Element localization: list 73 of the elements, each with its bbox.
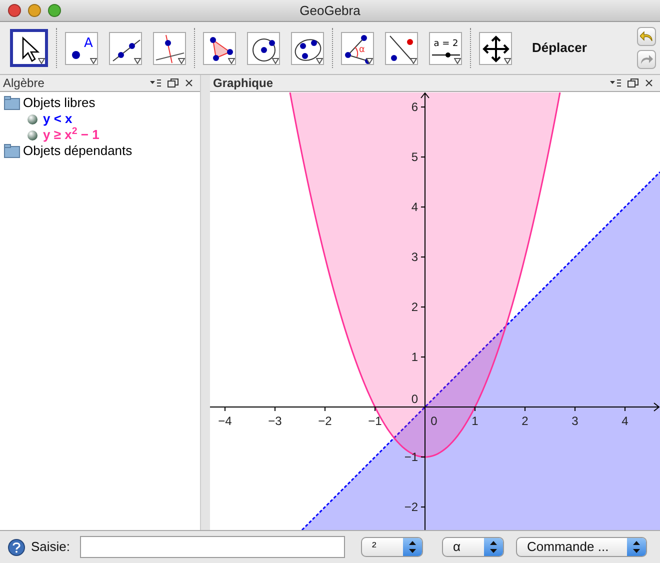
y-tick-label: −1 — [404, 450, 418, 464]
undock-button[interactable] — [627, 77, 641, 89]
dropdown-triangle-icon — [38, 58, 45, 64]
tool-button[interactable]: α — [341, 32, 374, 64]
stepper-arrows-icon — [490, 541, 498, 553]
sphere-icon — [27, 114, 38, 124]
y-tick-label: 1 — [411, 350, 418, 364]
tool-button[interactable] — [203, 32, 236, 64]
zoom-window-button[interactable] — [48, 4, 61, 17]
tool-button[interactable] — [479, 32, 512, 64]
y-tick-label: 0 — [411, 392, 418, 406]
tool-name: Déplacer — [532, 39, 587, 58]
x-tick-label: −4 — [218, 414, 232, 428]
y-tick-label: 5 — [411, 150, 418, 164]
x-tick-label: 2 — [522, 414, 528, 428]
dropdown-triangle-icon — [228, 58, 235, 64]
folder-icon — [4, 144, 20, 158]
x-tick-label: 1 — [472, 414, 478, 428]
x-tick-label: −1 — [368, 414, 382, 428]
x-tick-label: −3 — [268, 414, 282, 428]
panel-title: Algèbre — [3, 75, 46, 92]
tool-button[interactable] — [385, 32, 418, 64]
perpendicular-line-icon — [154, 32, 186, 64]
undock-button[interactable] — [167, 77, 181, 89]
input-label: Saisie: — [31, 538, 70, 556]
question-mark-icon — [12, 542, 21, 552]
tool-button[interactable] — [153, 32, 186, 64]
dropdown-menu[interactable]: α — [442, 537, 504, 557]
dropdown-triangle-icon — [134, 58, 141, 64]
redo-button[interactable] — [637, 50, 656, 69]
window-title: GeoGebra — [300, 2, 360, 20]
slider-value-label: a = 2 — [434, 38, 458, 48]
undo-button[interactable] — [637, 27, 656, 46]
tool-button[interactable] — [109, 32, 142, 64]
panel-menu-button[interactable] — [610, 77, 624, 89]
y-tick-label: 3 — [411, 250, 418, 264]
dropdown-triangle-icon — [504, 58, 511, 64]
angle-label: α — [359, 44, 365, 54]
redo-arrow-icon — [640, 54, 653, 66]
dropdown-triangle-icon — [272, 58, 279, 64]
panel-menu-button[interactable] — [150, 77, 164, 89]
tool-button[interactable] — [247, 32, 280, 64]
input-field[interactable] — [80, 536, 346, 558]
close-window-button[interactable] — [8, 4, 21, 17]
x-tick-label: 3 — [572, 414, 578, 428]
dropdown-triangle-icon — [410, 58, 417, 64]
tool-button[interactable]: a = 2 — [429, 32, 462, 64]
tool-button[interactable] — [291, 32, 324, 64]
undo-arrow-icon — [640, 30, 653, 42]
y-tick-label: −2 — [404, 500, 418, 514]
help-button[interactable] — [8, 538, 25, 556]
y-tick-label: 6 — [411, 100, 418, 114]
x-tick-label: −2 — [318, 414, 332, 428]
x-tick-label: 0 — [430, 414, 438, 428]
dropdown-menu[interactable]: ² — [361, 537, 424, 557]
dropdown-triangle-icon — [178, 58, 185, 64]
dropdown-triangle-icon — [316, 58, 323, 64]
minimize-window-button[interactable] — [28, 4, 41, 17]
dropdown-triangle-icon — [454, 58, 461, 64]
y-tick-label: 4 — [411, 200, 418, 214]
tool-button[interactable] — [10, 29, 48, 67]
stepper-arrows-icon — [633, 541, 640, 553]
y-tick-label: 2 — [411, 300, 418, 314]
panel-title: Graphique — [213, 75, 274, 92]
stepper-arrows-icon — [409, 541, 416, 553]
dropdown-triangle-icon — [366, 58, 373, 64]
tool-button[interactable]: A — [65, 32, 98, 64]
x-tick-label: 4 — [622, 414, 628, 428]
folder-icon — [4, 96, 20, 110]
dropdown-menu[interactable]: Commande ... — [516, 537, 648, 557]
dropdown-triangle-icon — [90, 58, 97, 64]
point-label: A — [84, 36, 93, 50]
sphere-icon — [27, 130, 38, 140]
